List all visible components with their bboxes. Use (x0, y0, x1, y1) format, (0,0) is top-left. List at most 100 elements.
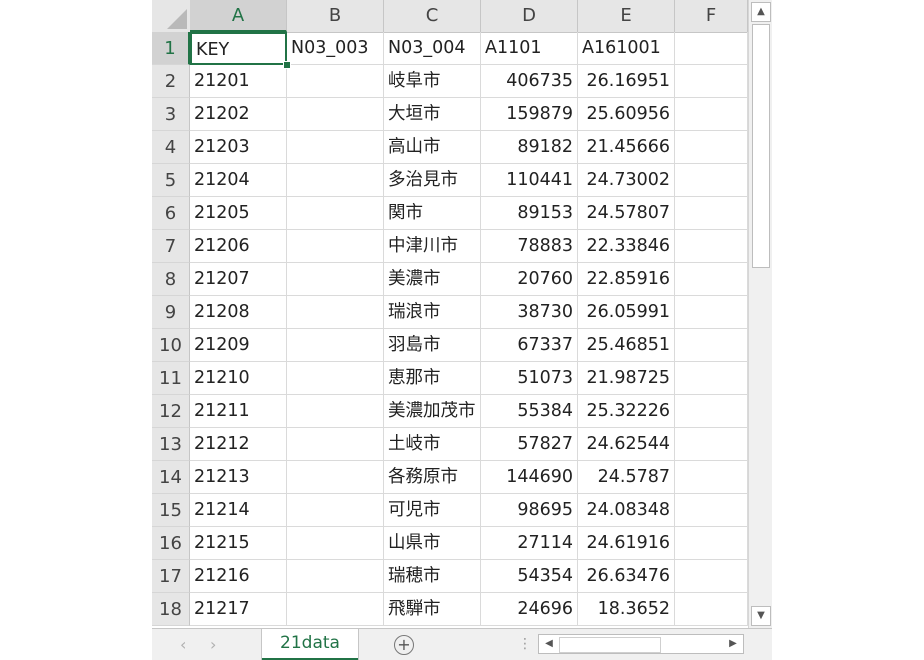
cell[interactable]: 25.46851 (578, 329, 675, 362)
cell[interactable]: 54354 (481, 560, 578, 593)
cell[interactable]: 18.3652 (578, 593, 675, 626)
cell[interactable]: 24.62544 (578, 428, 675, 461)
row-header[interactable]: 9 (152, 296, 190, 329)
cell[interactable]: 26.05991 (578, 296, 675, 329)
cell[interactable] (287, 65, 384, 98)
next-sheet-icon[interactable]: › (210, 635, 216, 654)
cell[interactable]: 可児市 (384, 494, 481, 527)
cell[interactable] (287, 494, 384, 527)
row-header[interactable]: 14 (152, 461, 190, 494)
column-header-f[interactable]: F (675, 0, 748, 32)
cell[interactable]: 中津川市 (384, 230, 481, 263)
cell[interactable]: 21205 (190, 197, 287, 230)
cell[interactable]: 406735 (481, 65, 578, 98)
cell[interactable]: 24.57807 (578, 197, 675, 230)
cell[interactable]: 各務原市 (384, 461, 481, 494)
cell[interactable]: 21211 (190, 395, 287, 428)
cell[interactable]: 38730 (481, 296, 578, 329)
horizontal-scrollbar[interactable]: ◀ ▶ (538, 634, 744, 654)
cell[interactable]: 21.45666 (578, 131, 675, 164)
cell[interactable] (287, 428, 384, 461)
column-header-e[interactable]: E (578, 0, 675, 32)
row-header[interactable]: 7 (152, 230, 190, 263)
split-handle-icon[interactable]: ⋮ (518, 636, 532, 652)
cell[interactable]: 瑞穂市 (384, 560, 481, 593)
row-header[interactable]: 5 (152, 164, 190, 197)
cell[interactable]: 土岐市 (384, 428, 481, 461)
row-header[interactable]: 13 (152, 428, 190, 461)
row-header[interactable]: 10 (152, 329, 190, 362)
scroll-down-icon[interactable]: ▼ (751, 606, 771, 626)
scroll-left-icon[interactable]: ◀ (541, 636, 557, 652)
cell[interactable] (287, 296, 384, 329)
cell[interactable] (287, 164, 384, 197)
column-header-c[interactable]: C (384, 0, 481, 32)
cell[interactable]: 21207 (190, 263, 287, 296)
cell[interactable]: 美濃加茂市 (384, 395, 481, 428)
cell[interactable]: 24696 (481, 593, 578, 626)
cell[interactable]: 78883 (481, 230, 578, 263)
column-header-b[interactable]: B (287, 0, 384, 32)
cell[interactable]: 21201 (190, 65, 287, 98)
cell[interactable] (675, 395, 748, 428)
cell[interactable] (287, 560, 384, 593)
cell[interactable]: 恵那市 (384, 362, 481, 395)
cell[interactable]: 110441 (481, 164, 578, 197)
cell[interactable]: 144690 (481, 461, 578, 494)
cell[interactable]: 大垣市 (384, 98, 481, 131)
cell[interactable]: A1101 (481, 32, 578, 65)
cell[interactable] (675, 362, 748, 395)
cell[interactable]: 飛騨市 (384, 593, 481, 626)
select-all-corner[interactable] (152, 0, 191, 32)
cell[interactable] (287, 593, 384, 626)
cell[interactable]: 24.73002 (578, 164, 675, 197)
cell[interactable]: 21.98725 (578, 362, 675, 395)
cell[interactable]: N03_003 (287, 32, 384, 65)
cell[interactable]: 89153 (481, 197, 578, 230)
cell[interactable] (675, 296, 748, 329)
row-header[interactable]: 1 (152, 32, 190, 65)
scroll-up-icon[interactable]: ▲ (751, 2, 771, 22)
row-header[interactable]: 16 (152, 527, 190, 560)
cell[interactable]: 多治見市 (384, 164, 481, 197)
cell[interactable]: 21210 (190, 362, 287, 395)
cell[interactable] (675, 428, 748, 461)
row-header[interactable]: 15 (152, 494, 190, 527)
cell[interactable]: 21208 (190, 296, 287, 329)
cell[interactable] (287, 395, 384, 428)
cell[interactable]: A161001 (578, 32, 675, 65)
cell[interactable] (675, 527, 748, 560)
cell[interactable]: 22.85916 (578, 263, 675, 296)
cell[interactable]: 24.08348 (578, 494, 675, 527)
cell[interactable] (675, 593, 748, 626)
row-header[interactable]: 3 (152, 98, 190, 131)
cell[interactable] (675, 560, 748, 593)
vertical-scrollbar[interactable]: ▲ ▼ (748, 0, 772, 628)
cell[interactable] (675, 230, 748, 263)
prev-sheet-icon[interactable]: ‹ (180, 635, 186, 654)
cell[interactable]: 24.61916 (578, 527, 675, 560)
cell[interactable] (287, 362, 384, 395)
selected-cell[interactable]: KEY (190, 32, 287, 65)
cell[interactable]: 21214 (190, 494, 287, 527)
cell[interactable] (287, 329, 384, 362)
cell[interactable]: 67337 (481, 329, 578, 362)
cell[interactable] (675, 494, 748, 527)
row-header[interactable]: 2 (152, 65, 190, 98)
cell[interactable] (675, 197, 748, 230)
cell[interactable] (287, 197, 384, 230)
vertical-scroll-thumb[interactable] (752, 24, 770, 268)
cell[interactable]: 21213 (190, 461, 287, 494)
cell[interactable]: 美濃市 (384, 263, 481, 296)
cell[interactable]: N03_004 (384, 32, 481, 65)
cell[interactable]: 55384 (481, 395, 578, 428)
cell[interactable]: 羽島市 (384, 329, 481, 362)
cell[interactable]: 22.33846 (578, 230, 675, 263)
fill-handle[interactable] (283, 61, 291, 69)
row-header[interactable]: 6 (152, 197, 190, 230)
cell[interactable]: 関市 (384, 197, 481, 230)
row-header[interactable]: 17 (152, 560, 190, 593)
cell[interactable] (287, 263, 384, 296)
cell[interactable] (287, 131, 384, 164)
cell[interactable]: 21215 (190, 527, 287, 560)
